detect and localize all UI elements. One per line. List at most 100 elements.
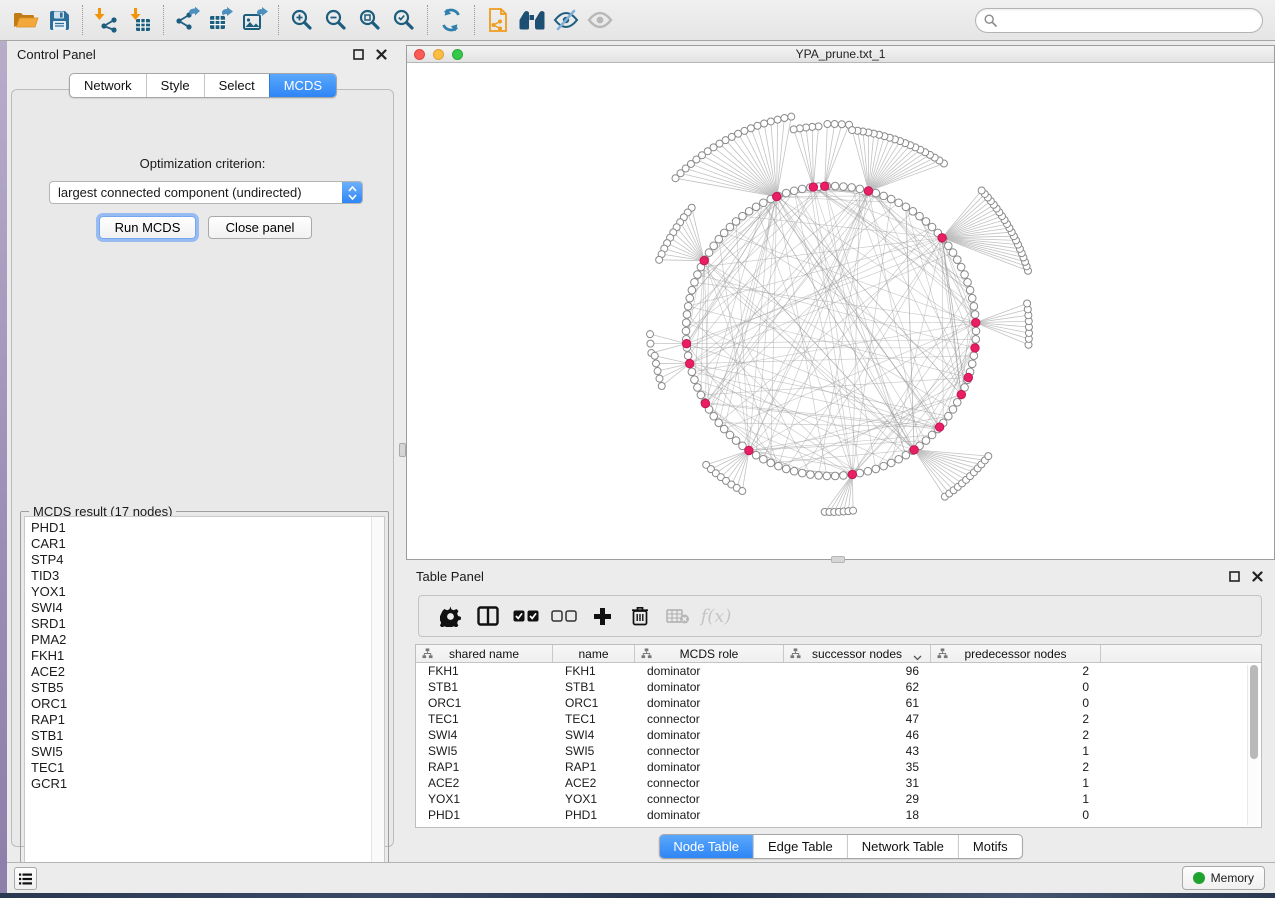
ring-node[interactable] [945,242,953,250]
ring-node[interactable] [732,437,740,445]
column-header-shared-name[interactable]: shared name [416,645,553,662]
ring-node[interactable] [922,437,930,445]
import-table-button[interactable] [123,3,157,37]
run-mcds-button[interactable]: Run MCDS [99,216,196,239]
leaf-node[interactable] [651,352,658,359]
ring-node[interactable] [815,472,823,480]
ring-node[interactable] [880,462,888,470]
ring-node[interactable] [887,195,895,203]
mcds-hub-node[interactable] [682,339,690,347]
column-header-successor-nodes[interactable]: successor nodes [784,645,931,662]
ring-node[interactable] [720,425,728,433]
leaf-node[interactable] [739,488,746,495]
ring-node[interactable] [823,472,831,480]
column-header-MCDS-role[interactable]: MCDS role [635,645,784,662]
optimization-criterion-select[interactable]: largest connected component (undirected) [49,181,363,204]
ring-node[interactable] [715,235,723,243]
table-row[interactable]: ACE2ACE2connector311 [416,775,1261,791]
mcds-hub-node[interactable] [910,446,918,454]
ring-node[interactable] [840,472,848,480]
mcds-node-item[interactable]: TID3 [25,568,384,584]
leaf-node[interactable] [790,126,797,133]
ring-node[interactable] [957,263,965,271]
leaf-node[interactable] [985,453,992,460]
mcds-list-scrollbar[interactable] [371,517,384,878]
mcds-node-item[interactable]: YOX1 [25,584,384,600]
network-graph[interactable] [407,63,1274,559]
float-panel-icon[interactable] [351,47,366,62]
leaf-node[interactable] [652,360,659,367]
mcds-hub-node[interactable] [964,373,972,381]
ring-node[interactable] [752,203,760,211]
tab-node-table[interactable]: Node Table [659,835,753,858]
leaf-node[interactable] [838,121,845,128]
ring-node[interactable] [710,412,718,420]
horizontal-splitter-handle[interactable] [831,556,845,563]
float-panel-icon[interactable] [1227,569,1242,584]
mcds-node-item[interactable]: PHD1 [25,520,384,536]
ring-node[interactable] [949,249,957,257]
ring-node[interactable] [745,208,753,216]
search-network-button[interactable] [515,3,549,37]
ring-node[interactable] [949,406,957,414]
mcds-node-item[interactable]: SRD1 [25,616,384,632]
memory-button[interactable]: Memory [1182,866,1265,890]
save-session-button[interactable] [42,3,76,37]
table-settings-button[interactable] [431,598,469,634]
ring-node[interactable] [953,256,961,264]
table-row[interactable]: STB1STB1dominator620 [416,679,1261,695]
ring-node[interactable] [848,184,856,192]
ring-node[interactable] [726,431,734,439]
ring-node[interactable] [840,183,848,191]
ring-node[interactable] [928,431,936,439]
tab-select[interactable]: Select [204,74,269,97]
ring-node[interactable] [782,465,790,473]
mcds-node-item[interactable]: GCR1 [25,776,384,792]
leaf-node[interactable] [849,127,856,134]
mcds-hub-node[interactable] [957,390,965,398]
mcds-node-item[interactable]: CAR1 [25,536,384,552]
ring-node[interactable] [966,286,974,294]
ring-node[interactable] [710,242,718,250]
leaf-node[interactable] [656,375,663,382]
mcds-hub-node[interactable] [820,182,828,190]
ring-node[interactable] [686,294,694,302]
ring-node[interactable] [684,302,692,310]
mcds-hub-node[interactable] [935,423,943,431]
mcds-node-item[interactable]: STB5 [25,680,384,696]
function-builder-button[interactable]: f(x) [697,598,735,634]
select-all-button[interactable] [507,598,545,634]
show-column-panel-button[interactable] [469,598,507,634]
leaf-node[interactable] [647,340,654,347]
ring-node[interactable] [798,469,806,477]
ring-node[interactable] [972,335,980,343]
share-document-button[interactable] [481,3,515,37]
ring-node[interactable] [922,218,930,226]
open-file-button[interactable] [8,3,42,37]
ring-node[interactable] [971,311,979,319]
tab-edge-table[interactable]: Edge Table [753,835,847,858]
ring-node[interactable] [928,223,936,231]
ring-node[interactable] [872,465,880,473]
ring-node[interactable] [831,182,839,190]
mcds-hub-node[interactable] [864,187,872,195]
ring-node[interactable] [961,271,969,279]
column-header-name[interactable]: name [553,645,635,662]
ring-node[interactable] [902,203,910,211]
ring-node[interactable] [790,187,798,195]
ring-node[interactable] [972,327,980,335]
mcds-hub-node[interactable] [809,183,817,191]
ring-node[interactable] [864,467,872,475]
show-all-button[interactable] [583,3,617,37]
ring-node[interactable] [953,399,961,407]
ring-node[interactable] [909,208,917,216]
minimize-window-icon[interactable] [433,49,444,60]
table-row[interactable]: YOX1YOX1connector291 [416,791,1261,807]
mcds-node-item[interactable]: TEC1 [25,760,384,776]
leaf-node[interactable] [774,116,781,123]
delete-table-button[interactable] [659,598,697,634]
ring-node[interactable] [856,469,864,477]
ring-node[interactable] [683,311,691,319]
mcds-result-list[interactable]: PHD1CAR1STP4TID3YOX1SWI4SRD1PMA2FKH1ACE2… [24,516,385,879]
export-image-button[interactable] [238,3,272,37]
